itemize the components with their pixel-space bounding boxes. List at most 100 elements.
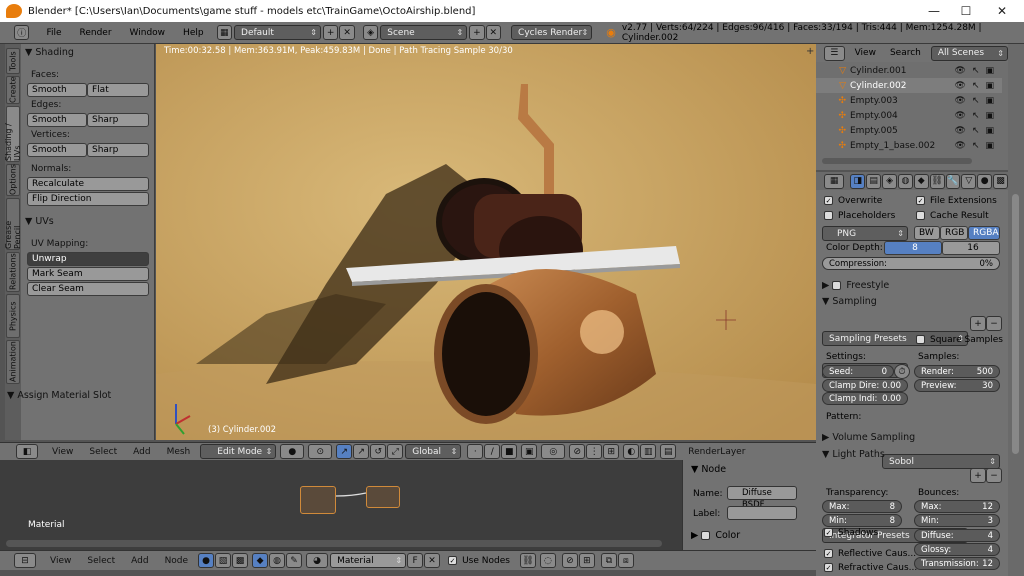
file-format-select[interactable]: PNG	[822, 226, 908, 241]
scene-select[interactable]: Scene	[380, 25, 468, 40]
snap-target-icon[interactable]: ⊞	[603, 444, 620, 459]
uvs-panel-header[interactable]: ▼ UVs	[25, 216, 54, 227]
unwrap-button[interactable]: Unwrap	[27, 252, 149, 266]
texture-tab-icon[interactable]: ▩	[993, 173, 1008, 189]
world-tab-icon[interactable]: ◍	[897, 173, 913, 189]
tab-physics[interactable]: Physics	[6, 294, 20, 338]
outliner-row[interactable]: ✣ Empty.004 👁↖▣	[816, 108, 1002, 123]
node-copy-icon[interactable]: ⧉	[600, 553, 617, 568]
pattern-select[interactable]: Sobol	[882, 454, 1000, 469]
node-paste-icon[interactable]: ⧈	[617, 553, 634, 568]
node-snap-icon[interactable]: ⊘	[561, 553, 578, 568]
properties-scrollbar[interactable]	[1008, 44, 1024, 576]
node-editor-type-icon[interactable]: ⊟	[14, 553, 36, 568]
editor-type-icon[interactable]: ⓘ	[14, 25, 30, 40]
object-shader-icon[interactable]: ◆	[252, 553, 269, 568]
freestyle-section[interactable]: ▶ Freestyle	[822, 280, 889, 291]
outliner-row[interactable]: ▽ Cylinder.001 👁↖▣	[816, 63, 1002, 78]
cache-result-checkbox[interactable]: Cache Result	[916, 211, 989, 221]
outliner-search-menu[interactable]: Search	[890, 48, 921, 58]
edges-sharp-button[interactable]: Sharp	[87, 113, 149, 127]
close-button[interactable]: ✕	[984, 0, 1020, 22]
compression-slider[interactable]: Compression: 0%	[822, 257, 1000, 270]
visibility-icons[interactable]: 👁↖▣	[955, 81, 1000, 91]
node-header[interactable]: ▼ Node	[691, 464, 726, 475]
translate-icon[interactable]: ↗	[353, 444, 370, 459]
render-tab-icon[interactable]: ◨	[850, 173, 866, 189]
placeholders-checkbox[interactable]: Placeholders	[824, 211, 895, 221]
occlude-icon[interactable]: ▣	[521, 444, 538, 459]
node-backdrop-icon[interactable]: ◌	[539, 553, 556, 568]
outliner-view-menu[interactable]: View	[855, 48, 876, 58]
viewport-menu-add[interactable]: Add	[125, 447, 158, 457]
outliner-editor-type-icon[interactable]: ☰	[824, 45, 845, 61]
vertices-sharp-button[interactable]: Sharp	[87, 143, 149, 157]
fake-user-button[interactable]: F	[407, 553, 424, 568]
node-menu-node[interactable]: Node	[157, 556, 197, 566]
render-layer-label[interactable]: RenderLayer	[680, 447, 753, 457]
add-layout-icon[interactable]: +	[322, 25, 339, 40]
maximize-button[interactable]: ☐	[948, 0, 984, 22]
remove-integrator-preset-icon[interactable]: −	[986, 468, 1002, 483]
depth-16-button[interactable]: 16	[942, 241, 1000, 255]
edge-select-icon[interactable]: /	[484, 444, 501, 459]
compositing-nodes-icon[interactable]: ▧	[215, 553, 232, 568]
3d-viewport[interactable]: Time:00:32.58 | Mem:363.91M, Peak:459.83…	[156, 44, 816, 440]
render-samples-field[interactable]: Render: 500	[914, 365, 1000, 378]
world-shader-icon[interactable]: ◍	[269, 553, 286, 568]
square-samples-checkbox[interactable]: Square Samples	[916, 335, 1003, 345]
material-output-node[interactable]	[366, 486, 400, 508]
orientation-select[interactable]: Global	[405, 444, 462, 459]
use-nodes-toggle[interactable]: ✓ Use Nodes	[448, 556, 510, 566]
node-editor[interactable]: Material	[0, 460, 682, 550]
preview-samples-field[interactable]: Preview: 30	[914, 379, 1000, 392]
rgba-button[interactable]: RGBA	[968, 226, 1000, 240]
node-label-field[interactable]	[727, 506, 797, 520]
mark-seam-button[interactable]: Mark Seam	[27, 267, 149, 281]
outliner-row[interactable]: ▽ Cylinder.002 👁↖▣	[816, 78, 1002, 93]
render-preview-icon[interactable]: ◐	[623, 444, 640, 459]
visibility-icons[interactable]: 👁↖▣	[955, 66, 1000, 76]
diffuse-bsdf-node[interactable]	[300, 486, 336, 514]
vertex-select-icon[interactable]: ·	[467, 444, 484, 459]
seed-field[interactable]: Seed: 0	[822, 365, 894, 378]
viewport-menu-select[interactable]: Select	[81, 447, 125, 457]
material-tab-icon[interactable]: ●	[977, 173, 993, 189]
scrollbar-thumb[interactable]	[1012, 194, 1019, 454]
outliner-row[interactable]: ✣ Empty.005 👁↖▣	[816, 123, 1002, 138]
snap-icon[interactable]: ⊘	[569, 444, 586, 459]
sampling-section[interactable]: ▼ Sampling	[822, 296, 877, 307]
flip-direction-button[interactable]: Flip Direction	[27, 192, 149, 206]
tab-tools[interactable]: Tools	[6, 48, 20, 74]
faces-flat-button[interactable]: Flat	[87, 83, 149, 97]
scene-tab-icon[interactable]: ◈	[882, 173, 897, 189]
render-layer-icon[interactable]: ▤	[660, 444, 677, 459]
faces-smooth-button[interactable]: Smooth	[27, 83, 87, 97]
assign-material-header[interactable]: ▼ Assign Material Slot	[7, 390, 111, 401]
shadows-checkbox[interactable]: ✓ Shadows	[824, 528, 878, 538]
tab-grease-pencil[interactable]: Grease Pencil	[4, 198, 22, 250]
outliner-scrollbar[interactable]	[822, 158, 972, 164]
remove-layout-icon[interactable]: ✕	[339, 25, 355, 40]
modifiers-tab-icon[interactable]: 🔧	[945, 173, 961, 189]
volume-sampling-section[interactable]: ▶ Volume Sampling	[822, 432, 915, 443]
proportional-edit-icon[interactable]: ◎	[541, 444, 566, 459]
light-paths-section[interactable]: ▼ Light Paths	[822, 449, 885, 460]
clamp-indirect-field[interactable]: Clamp Indi: 0.00	[822, 392, 908, 405]
material-unlink-icon[interactable]: ✕	[424, 553, 441, 568]
tab-animation[interactable]: Animation	[6, 340, 20, 384]
file-extensions-checkbox[interactable]: ✓ File Extensions	[916, 196, 997, 206]
visibility-icons[interactable]: 👁↖▣	[955, 111, 1000, 121]
material-field[interactable]: Material	[330, 553, 407, 568]
clear-seam-button[interactable]: Clear Seam	[27, 282, 149, 296]
viewport-corner-icon[interactable]: +	[806, 46, 816, 57]
bounces-min-field[interactable]: Min: 3	[914, 514, 1000, 527]
glossy-bounces-field[interactable]: Glossy: 4	[914, 543, 1000, 556]
add-integrator-preset-icon[interactable]: +	[970, 468, 986, 483]
face-select-icon[interactable]: ■	[501, 444, 518, 459]
rotate-icon[interactable]: ↺	[370, 444, 387, 459]
layers-icon[interactable]: ▥	[640, 444, 657, 459]
menu-render[interactable]: Render	[71, 28, 121, 38]
node-editor-scrollbar[interactable]	[6, 540, 662, 547]
recalculate-button[interactable]: Recalculate	[27, 177, 149, 191]
